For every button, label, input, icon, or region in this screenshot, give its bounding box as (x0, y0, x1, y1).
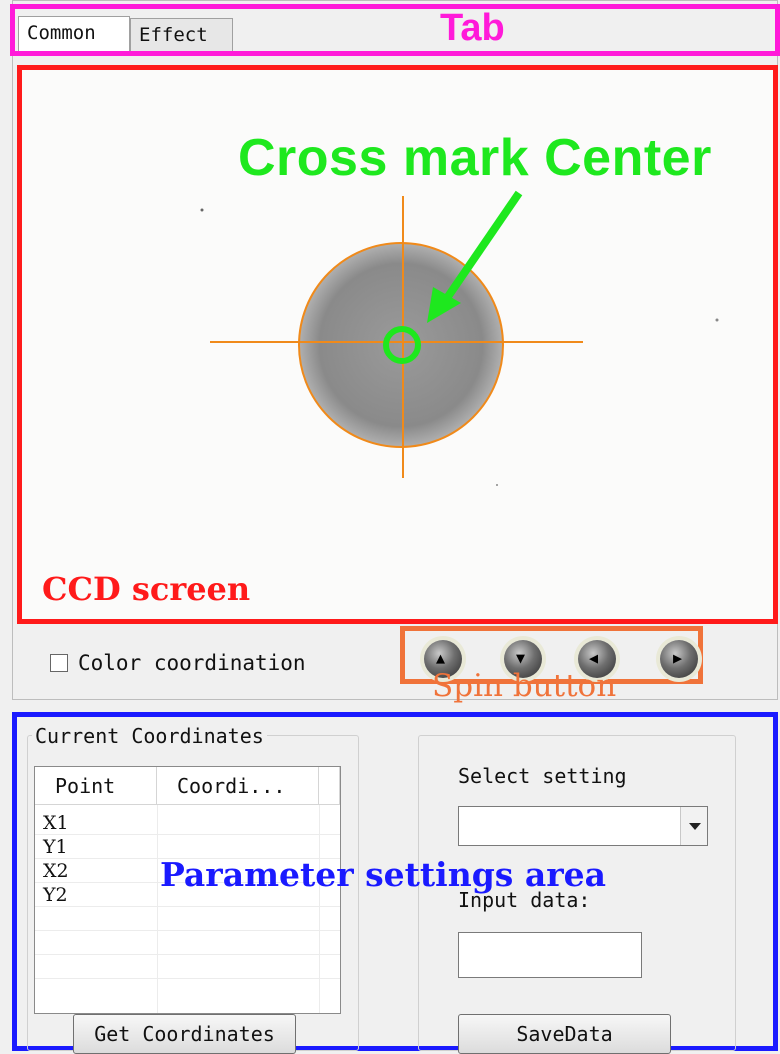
tab-annotation-label: Tab (440, 7, 505, 49)
get-coordinates-button[interactable]: Get Coordinates (73, 1014, 296, 1054)
table-row-y1[interactable]: Y1 (43, 836, 68, 858)
color-coordination-label: Color coordination (78, 651, 306, 675)
column-header-point[interactable]: Point (35, 767, 157, 805)
row-divider (35, 834, 340, 835)
arrow-right-icon: ▶ (673, 649, 683, 667)
arrow-down-icon: ▼ (516, 649, 526, 667)
current-coordinates-title: Current Coordinates (32, 724, 267, 748)
cross-mark-center-label: Cross mark Center (238, 129, 712, 187)
table-row-x1[interactable]: X1 (43, 812, 69, 834)
save-data-button[interactable]: SaveData (458, 1014, 671, 1054)
tab-annotation-box (10, 4, 780, 56)
target-disc (299, 243, 503, 447)
color-coordination-checkbox[interactable] (50, 654, 68, 672)
spin-button-label: Spin button (432, 668, 617, 704)
column-divider (319, 805, 320, 1013)
column-header-coordinates[interactable]: Coordi... (157, 767, 319, 805)
column-divider (157, 805, 158, 1013)
table-row-y2[interactable]: Y2 (43, 884, 68, 906)
select-setting-label: Select setting (458, 764, 627, 788)
row-divider (35, 978, 340, 979)
row-divider (35, 906, 340, 907)
table-row-x2[interactable]: X2 (43, 860, 69, 882)
row-divider (35, 954, 340, 955)
chevron-down-icon (689, 823, 701, 830)
spin-right-button[interactable]: ▶ (660, 640, 698, 678)
input-data-field[interactable] (458, 932, 642, 978)
arrow-up-icon: ▲ (436, 649, 446, 667)
parameter-settings-label: Parameter settings area (160, 855, 606, 894)
arrow-left-icon: ◀ (589, 649, 599, 667)
ccd-screen-label: CCD screen (42, 570, 251, 608)
column-header-filler (319, 767, 340, 805)
select-setting-dropdown[interactable] (458, 806, 708, 846)
row-divider (35, 930, 340, 931)
